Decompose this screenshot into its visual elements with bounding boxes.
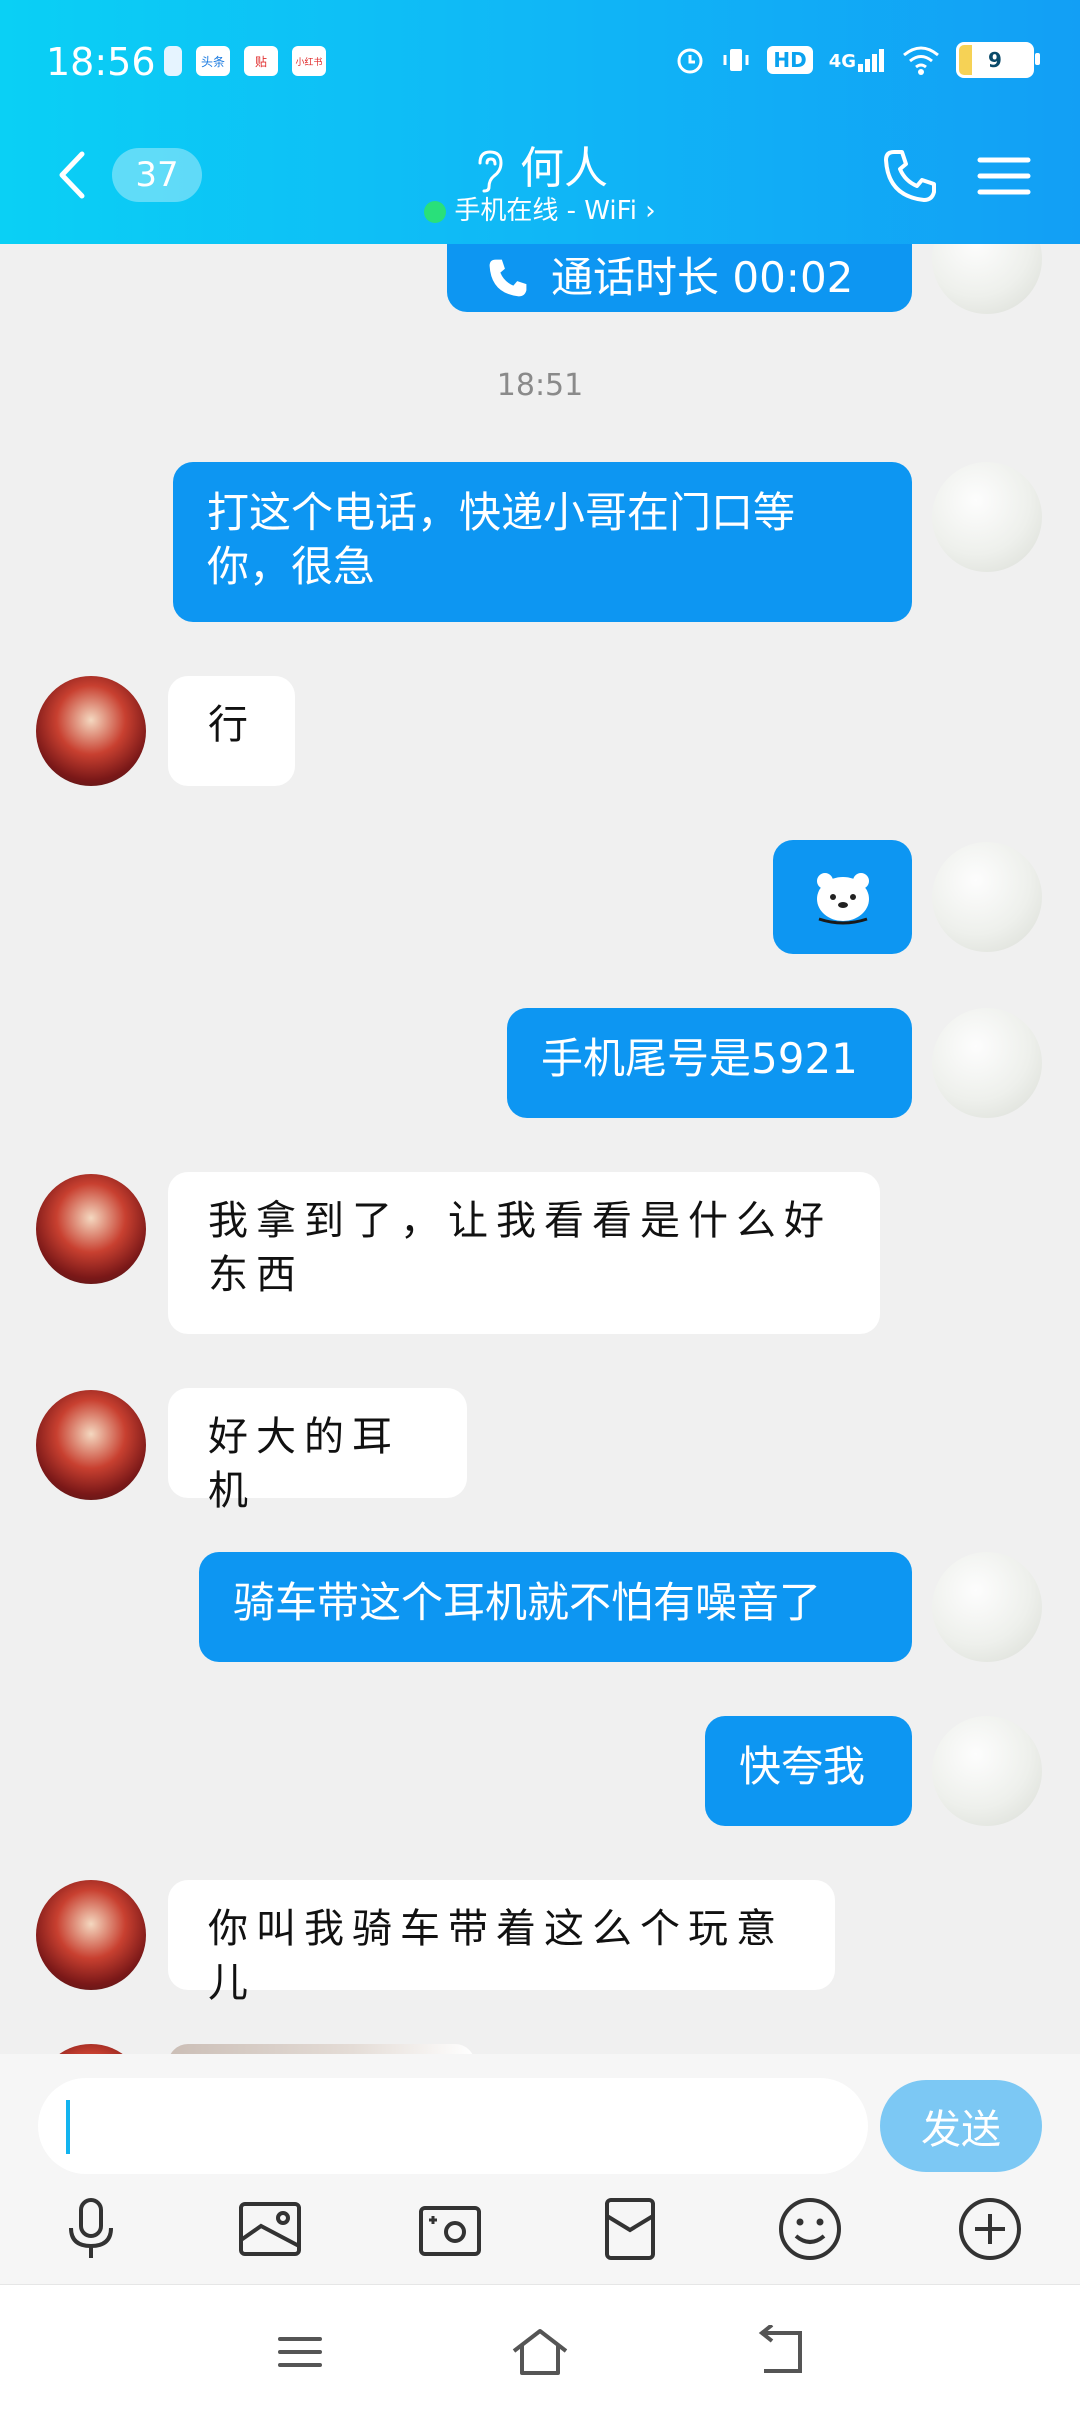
my-avatar[interactable] <box>932 1716 1042 1826</box>
message-bubble-sent[interactable]: 手机尾号是5921 <box>507 1008 912 1118</box>
signal-icon <box>858 49 884 72</box>
contact-avatar[interactable] <box>36 1174 146 1284</box>
call-duration: 通话时长 00:02 <box>551 253 854 302</box>
sim-icon <box>164 46 182 76</box>
time-separator: 18:51 <box>496 368 584 403</box>
message-bubble-received[interactable]: 行 <box>168 676 295 786</box>
sticker-bubble[interactable] <box>773 840 912 954</box>
system-nav-bar <box>0 2284 1080 2409</box>
message-bubble-received[interactable]: 你叫我骑车带着这么个玩意儿 <box>168 1880 835 2006</box>
menu-icon <box>278 2337 322 2367</box>
phone-icon <box>884 150 936 202</box>
xiaohongshu-app-icon: 小红书 <box>292 46 326 76</box>
phone-icon <box>489 259 527 297</box>
input-area: 发送 <box>0 2054 1080 2284</box>
menu-icon <box>977 157 1031 195</box>
camera-icon <box>419 2206 481 2256</box>
tieba-app-icon: 贴 <box>244 46 278 76</box>
image-button[interactable] <box>235 2194 305 2264</box>
red-packet-icon <box>605 2198 655 2260</box>
home-button[interactable] <box>510 2325 570 2379</box>
contact-avatar[interactable] <box>36 676 146 786</box>
ear-icon <box>478 150 503 193</box>
call-button[interactable] <box>880 146 940 206</box>
voice-button[interactable] <box>56 2194 126 2264</box>
my-avatar[interactable] <box>932 462 1042 572</box>
recents-button[interactable] <box>270 2325 330 2379</box>
my-avatar[interactable] <box>932 1008 1042 1118</box>
contact-avatar[interactable] <box>36 2044 146 2054</box>
back-arrow-icon <box>758 2323 802 2373</box>
chat-header: 18:56 头条 贴 小红书 HD 4G 9 37 何人 手机在线 - WiFi… <box>0 0 1080 244</box>
bear-sticker-icon <box>816 873 869 925</box>
contact-avatar[interactable] <box>36 1880 146 1990</box>
image-message-preview[interactable] <box>168 2044 475 2054</box>
message-list[interactable]: 通话时长 00:02 18:51 打这个电话，快递小哥在门口等你，很急 行 手机… <box>0 244 1080 2054</box>
message-bubble-sent[interactable]: 快夸我 <box>705 1716 912 1826</box>
text-cursor <box>66 2100 70 2154</box>
wifi-icon <box>903 46 939 75</box>
status-right: HD 4G 9 <box>675 42 1040 78</box>
status-time: 18:56 <box>46 40 156 84</box>
my-avatar[interactable] <box>932 244 1042 314</box>
message-input[interactable] <box>38 2078 868 2174</box>
hd-icon: HD <box>767 46 813 74</box>
image-icon <box>239 2202 301 2256</box>
battery-icon: 9 <box>956 42 1040 78</box>
more-button[interactable] <box>955 2194 1025 2264</box>
online-dot-icon <box>424 200 447 223</box>
emoji-icon <box>779 2198 841 2260</box>
send-button[interactable]: 发送 <box>880 2080 1042 2172</box>
network-type: 4G <box>829 48 886 72</box>
toutiao-app-icon: 头条 <box>196 46 230 76</box>
camera-button[interactable] <box>415 2194 485 2264</box>
status-app-icons: 头条 贴 小红书 <box>164 46 326 76</box>
home-icon <box>512 2329 568 2375</box>
alarm-icon <box>677 48 703 74</box>
emoji-button[interactable] <box>775 2194 845 2264</box>
menu-button[interactable] <box>976 146 1032 206</box>
message-bubble-received[interactable]: 好大的耳机 <box>168 1388 467 1514</box>
call-record-bubble[interactable]: 通话时长 00:02 <box>447 244 912 312</box>
contact-avatar[interactable] <box>36 1390 146 1500</box>
my-avatar[interactable] <box>932 842 1042 952</box>
back-nav-button[interactable] <box>750 2323 810 2379</box>
microphone-icon <box>69 2198 113 2258</box>
message-bubble-sent[interactable]: 打这个电话，快递小哥在门口等你，很急 <box>173 462 912 622</box>
vibrate-icon <box>723 49 749 71</box>
message-bubble-sent[interactable]: 骑车带这个耳机就不怕有噪音了 <box>199 1552 912 1662</box>
red-packet-button[interactable] <box>595 2194 665 2264</box>
my-avatar[interactable] <box>932 1552 1042 1662</box>
plus-icon <box>959 2198 1021 2260</box>
message-bubble-received[interactable]: 我拿到了，让我看看是什么好东西 <box>168 1172 880 1334</box>
contact-name: 何人 <box>520 143 608 194</box>
